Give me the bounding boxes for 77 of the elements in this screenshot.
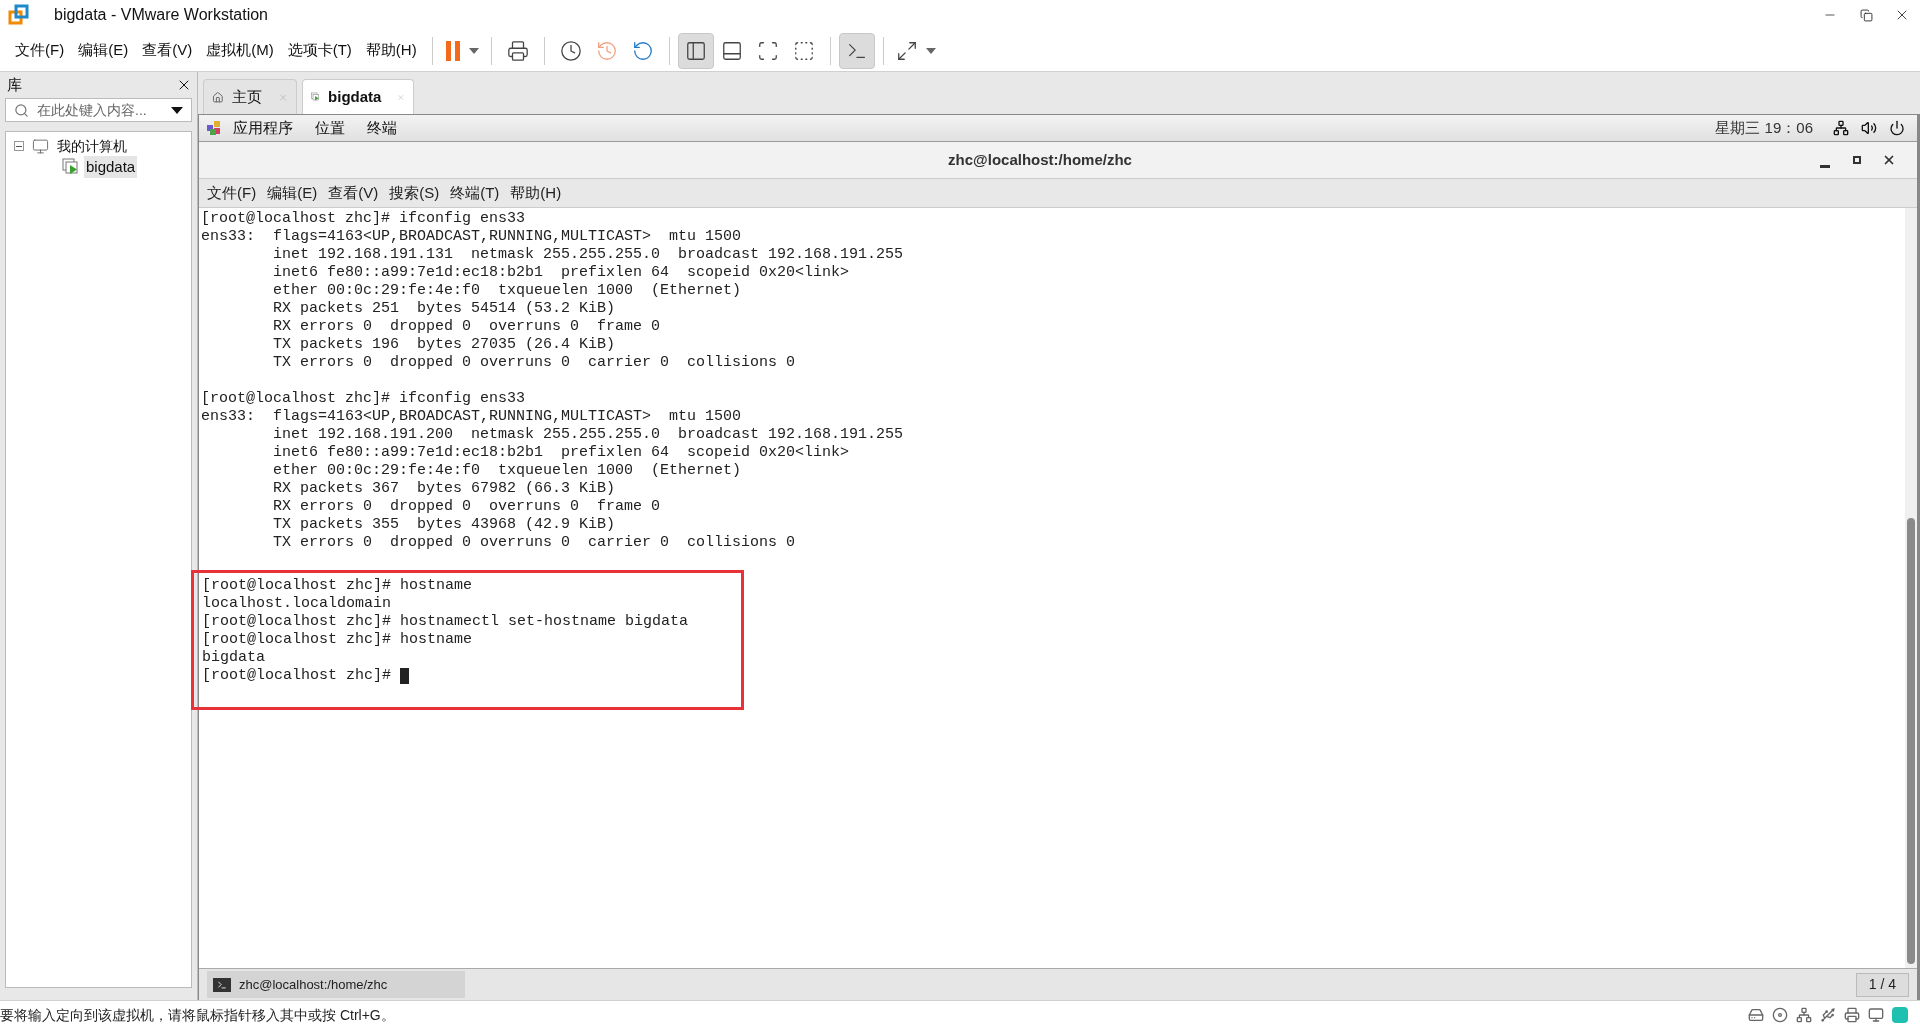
search-field[interactable]: 在此处键入内容... bbox=[5, 98, 192, 122]
terminal-line: TX packets 196 bytes 27035 (26.4 KiB) bbox=[272, 336, 616, 354]
terminal-menu-item[interactable]: 编辑(E) bbox=[263, 181, 322, 205]
terminal-line: TX errors 0 dropped 0 overruns 0 carrier 0 collisions 0 bbox=[272, 354, 796, 372]
usb-icon[interactable] bbox=[1820, 1007, 1836, 1023]
terminal-line: RX errors 0 dropped 0 overruns 0 frame 0 bbox=[272, 498, 661, 516]
guest-menu-item[interactable]: 位置 bbox=[315, 116, 345, 140]
printer-icon[interactable] bbox=[1844, 1007, 1860, 1023]
terminal-menu-item[interactable]: 文件(F) bbox=[203, 181, 261, 205]
terminal-menu-item[interactable]: 终端(T) bbox=[446, 181, 504, 205]
library-title: 库 bbox=[7, 74, 22, 95]
terminal-line: TX packets 355 bytes 43968 (42.9 KiB) bbox=[272, 516, 616, 534]
terminal-line: ether 00:0c:29:fe:4e:f0 txqueuelen 1000 (Ethernet) bbox=[272, 282, 742, 300]
tab[interactable]: bigdata bbox=[302, 79, 414, 114]
tab[interactable]: 主页 bbox=[203, 79, 297, 114]
terminal-menu-item[interactable]: 查看(V) bbox=[324, 181, 383, 205]
menu-item[interactable]: 查看(V) bbox=[135, 34, 200, 67]
terminal-line: inet6 fe80::a99:7e1d:ec18:b2b1 prefixlen 64 scopeid 0x20<link> bbox=[272, 264, 850, 282]
power-icon bbox=[1889, 120, 1905, 136]
terminal-line: [root@localhost zhc]# hostname bbox=[202, 631, 473, 649]
terminal-line: RX packets 251 bytes 54514 (53.2 KiB) bbox=[272, 300, 616, 318]
taskbar-item[interactable]: zhc@localhost:/home/zhc bbox=[207, 971, 465, 998]
vm-icon bbox=[62, 158, 80, 176]
search-icon bbox=[14, 102, 29, 118]
maximize-icon bbox=[1853, 156, 1861, 164]
terminal-line: ether 00:0c:29:fe:4e:f0 txqueuelen 1000 (Ethernet) bbox=[272, 462, 742, 480]
applications-icon bbox=[207, 121, 221, 135]
caret-icon bbox=[468, 47, 479, 54]
menu-item[interactable]: 帮助(H) bbox=[358, 34, 424, 67]
terminal-line: bigdata bbox=[202, 649, 265, 667]
clock-text: 星期三 19：06 bbox=[1715, 117, 1813, 138]
menu-item[interactable]: 编辑(E) bbox=[71, 34, 136, 67]
network-icon[interactable] bbox=[1796, 1007, 1812, 1023]
close-icon bbox=[1882, 153, 1896, 167]
menu-item[interactable]: 虚拟机(M) bbox=[199, 34, 281, 67]
sidebar-view-icon[interactable] bbox=[677, 32, 714, 69]
collapse-toggle[interactable] bbox=[14, 141, 24, 151]
tree-item[interactable]: 我的计算机 bbox=[57, 135, 127, 157]
volume-icon bbox=[1861, 120, 1877, 136]
app-logo-icon bbox=[8, 4, 30, 26]
terminal-line: [root@localhost zhc]# hostnamectl set-hostname bigdata bbox=[202, 613, 689, 631]
terminal-icon bbox=[213, 977, 231, 992]
terminal-line: inet6 fe80::a99:7e1d:ec18:b2b1 prefixlen 64 scopeid 0x20<link> bbox=[272, 444, 850, 462]
guest-menu-item[interactable]: 应用程序 bbox=[233, 116, 293, 140]
computer-icon bbox=[32, 137, 49, 155]
window-title: bigdata - VMware Workstation bbox=[54, 5, 268, 25]
terminal-line: RX packets 367 bytes 67982 (66.3 KiB) bbox=[272, 480, 616, 498]
terminal-line: ens33: flags=4163<UP,BROADCAST,RUNNING,MULTICAST> mtu 1500 bbox=[201, 228, 742, 246]
minimize-icon bbox=[1820, 165, 1830, 168]
caret-icon bbox=[171, 106, 183, 114]
terminal-line: [root@localhost zhc]# ifconfig ens33 bbox=[201, 210, 526, 228]
scrollbar-thumb[interactable] bbox=[1907, 518, 1915, 964]
workspace-pager[interactable]: 1 / 4 bbox=[1855, 972, 1909, 997]
stretch-icon bbox=[895, 39, 918, 62]
network-icon bbox=[1833, 120, 1849, 136]
pause-icon bbox=[444, 39, 461, 62]
terminal-line: RX errors 0 dropped 0 overruns 0 frame 0 bbox=[272, 318, 661, 336]
terminal-title: zhc@localhost:/home/zhc bbox=[948, 149, 1132, 170]
terminal-menu-item[interactable]: 帮助(H) bbox=[506, 181, 566, 205]
terminal-menu-item[interactable]: 搜索(S) bbox=[385, 181, 444, 205]
disc-icon[interactable] bbox=[1772, 1007, 1788, 1023]
menu-item[interactable]: 文件(F) bbox=[8, 34, 72, 67]
display-icon[interactable] bbox=[1868, 1007, 1884, 1023]
menu-item[interactable]: 选项卡(T) bbox=[280, 34, 359, 67]
guest-menu-item[interactable]: 终端 bbox=[367, 116, 397, 140]
caret-icon bbox=[925, 47, 936, 54]
status-text: 要将输入定向到该虚拟机，请将鼠标指针移入其中或按 Ctrl+G。 bbox=[0, 1005, 395, 1025]
tree-item[interactable]: bigdata bbox=[84, 155, 138, 179]
terminal-line: localhost.localdomain bbox=[202, 595, 392, 613]
terminal-line: ens33: flags=4163<UP,BROADCAST,RUNNING,MULTICAST> mtu 1500 bbox=[201, 408, 742, 426]
terminal-line: [root@localhost zhc]# hostname bbox=[202, 577, 473, 595]
terminal-line: [root@localhost zhc]# bbox=[202, 667, 393, 685]
terminal-line: [root@localhost zhc]# ifconfig ens33 bbox=[201, 390, 526, 408]
restore-icon bbox=[1859, 8, 1873, 22]
terminal-line: TX errors 0 dropped 0 overruns 0 carrier 0 collisions 0 bbox=[272, 534, 796, 552]
terminal-line: inet 192.168.191.200 netmask 255.255.255.0 broadcast 192.168.191.255 bbox=[272, 426, 904, 444]
terminal-line: inet 192.168.191.131 netmask 255.255.255.0 broadcast 192.168.191.255 bbox=[272, 246, 904, 264]
